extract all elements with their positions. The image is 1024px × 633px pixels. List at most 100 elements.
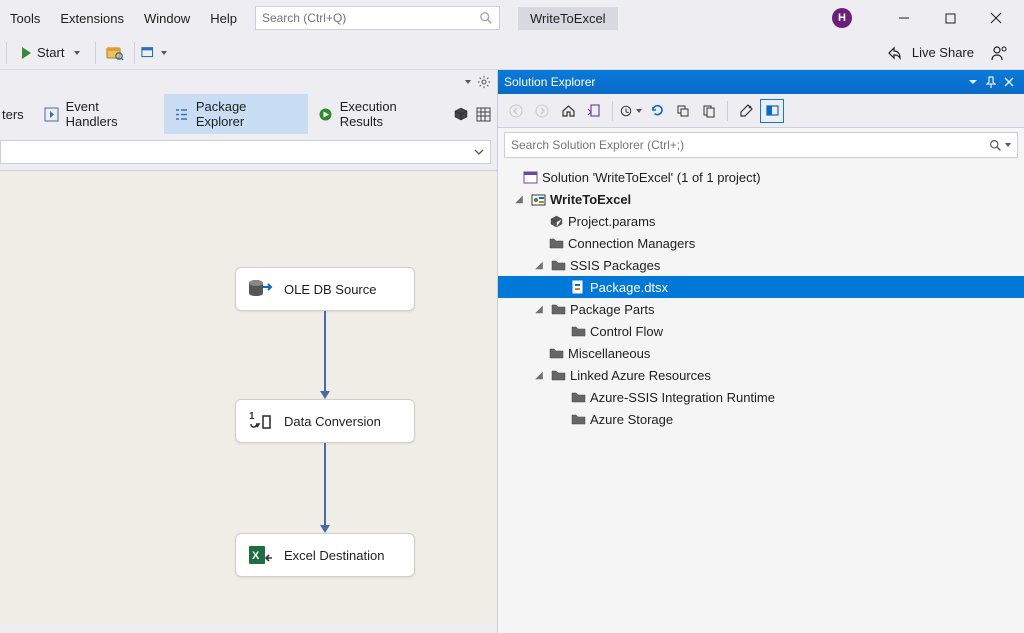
grid-icon[interactable] bbox=[475, 106, 491, 122]
toolbar-separator bbox=[727, 101, 728, 121]
back-button[interactable] bbox=[504, 99, 528, 123]
chevron-down-icon bbox=[474, 149, 484, 155]
toolbar-separator bbox=[612, 101, 613, 121]
minimize-button[interactable] bbox=[882, 4, 926, 32]
folder-icon bbox=[570, 323, 586, 339]
tree-azure-ssis-ir[interactable]: Azure-SSIS Integration Runtime bbox=[498, 386, 1024, 408]
tree-label: Azure-SSIS Integration Runtime bbox=[590, 390, 775, 405]
execution-results-icon bbox=[318, 106, 334, 122]
tree-project[interactable]: ◢ WriteToExcel bbox=[498, 188, 1024, 210]
toolbar-separator bbox=[134, 42, 135, 64]
folder-icon bbox=[570, 411, 586, 427]
tree-package-dtsx[interactable]: Package.dtsx bbox=[498, 276, 1024, 298]
start-label: Start bbox=[37, 45, 64, 60]
toolbar-icon-2[interactable] bbox=[141, 40, 167, 66]
tree-control-flow[interactable]: Control Flow bbox=[498, 320, 1024, 342]
collapse-icon[interactable]: ◢ bbox=[512, 192, 526, 206]
event-handlers-icon bbox=[44, 106, 60, 122]
tree-miscellaneous[interactable]: Miscellaneous bbox=[498, 342, 1024, 364]
collapse-icon[interactable]: ◢ bbox=[532, 258, 546, 272]
project-icon bbox=[530, 191, 546, 207]
tree-solution-root[interactable]: Solution 'WriteToExcel' (1 of 1 project) bbox=[498, 166, 1024, 188]
tree-azure-storage[interactable]: Azure Storage bbox=[498, 408, 1024, 430]
tree-label: Package Parts bbox=[570, 302, 655, 317]
toolbar-icon-1[interactable] bbox=[102, 40, 128, 66]
main-split: ters Event Handlers Package Explorer Exe… bbox=[0, 70, 1024, 633]
folder-icon bbox=[548, 235, 564, 251]
pending-changes-button[interactable] bbox=[619, 99, 643, 123]
combo-row bbox=[0, 134, 497, 164]
search-icon bbox=[989, 139, 1002, 152]
collapse-all-button[interactable] bbox=[671, 99, 695, 123]
panel-close-button[interactable] bbox=[1000, 73, 1018, 91]
chevron-down-icon bbox=[161, 51, 167, 55]
tab-package-explorer[interactable]: Package Explorer bbox=[164, 94, 308, 134]
connector-arrow[interactable] bbox=[324, 443, 326, 525]
folder-icon bbox=[570, 389, 586, 405]
forward-button[interactable] bbox=[530, 99, 554, 123]
menu-extensions[interactable]: Extensions bbox=[50, 5, 134, 32]
tree-label: Control Flow bbox=[590, 324, 663, 339]
menu-window[interactable]: Window bbox=[134, 5, 200, 32]
tree-connection-managers[interactable]: Connection Managers bbox=[498, 232, 1024, 254]
user-avatar[interactable]: H bbox=[832, 8, 852, 28]
show-all-files-button[interactable] bbox=[697, 99, 721, 123]
share-icon bbox=[886, 45, 902, 61]
dtsx-icon bbox=[570, 279, 586, 295]
cube-icon[interactable] bbox=[453, 106, 469, 122]
tab-parameters[interactable]: ters bbox=[0, 102, 34, 127]
collapse-icon[interactable]: ◢ bbox=[532, 302, 546, 316]
close-button[interactable] bbox=[974, 4, 1018, 32]
tree-label: Connection Managers bbox=[568, 236, 695, 251]
refresh-button[interactable] bbox=[645, 99, 669, 123]
menu-tools[interactable]: Tools bbox=[0, 5, 50, 32]
project-title-badge: WriteToExcel bbox=[518, 7, 618, 30]
toolbar-separator bbox=[95, 42, 96, 64]
solution-explorer-titlebar[interactable]: Solution Explorer bbox=[498, 70, 1024, 94]
node-excel-destination[interactable]: X Excel Destination bbox=[235, 533, 415, 577]
collapse-icon[interactable]: ◢ bbox=[532, 368, 546, 382]
solution-explorer-toolbar bbox=[498, 94, 1024, 128]
tree-package-parts[interactable]: ◢ Package Parts bbox=[498, 298, 1024, 320]
start-button[interactable]: Start bbox=[13, 41, 89, 64]
scope-dropdown[interactable] bbox=[0, 140, 491, 164]
tree-ssis-packages[interactable]: ◢ SSIS Packages bbox=[498, 254, 1024, 276]
sync-active-doc-button[interactable] bbox=[582, 99, 606, 123]
solution-explorer-search[interactable] bbox=[504, 132, 1018, 158]
play-icon bbox=[22, 47, 31, 59]
package-explorer-icon bbox=[174, 106, 190, 122]
menubar: Tools Extensions Window Help WriteToExce… bbox=[0, 0, 1024, 36]
feedback-icon[interactable] bbox=[990, 44, 1008, 62]
arrow-head-icon bbox=[320, 525, 330, 533]
node-ole-db-source[interactable]: OLE DB Source bbox=[235, 267, 415, 311]
solution-explorer-search-input[interactable] bbox=[511, 138, 989, 152]
quick-launch-input[interactable] bbox=[262, 11, 479, 25]
folder-icon bbox=[548, 345, 564, 361]
properties-button[interactable] bbox=[734, 99, 758, 123]
node-data-conversion[interactable]: 1 Data Conversion bbox=[235, 399, 415, 443]
preview-button[interactable] bbox=[760, 99, 784, 123]
chevron-down-icon[interactable] bbox=[465, 80, 471, 84]
tab-label: Event Handlers bbox=[66, 99, 154, 129]
tab-event-handlers[interactable]: Event Handlers bbox=[34, 94, 164, 134]
tab-execution-results[interactable]: Execution Results bbox=[308, 94, 453, 134]
doc-window-controls bbox=[0, 70, 497, 94]
conversion-icon: 1 bbox=[246, 409, 274, 433]
data-flow-canvas[interactable]: OLE DB Source 1 Data Conversion X Excel … bbox=[0, 170, 497, 625]
gear-icon[interactable] bbox=[477, 75, 491, 89]
menu-help[interactable]: Help bbox=[200, 5, 247, 32]
svg-text:1: 1 bbox=[249, 411, 255, 422]
tree-linked-azure[interactable]: ◢ Linked Azure Resources bbox=[498, 364, 1024, 386]
designer-pane: ters Event Handlers Package Explorer Exe… bbox=[0, 70, 497, 633]
connector-arrow[interactable] bbox=[324, 311, 326, 391]
tree-project-params[interactable]: Project.params bbox=[498, 210, 1024, 232]
chevron-down-icon[interactable] bbox=[1005, 143, 1011, 147]
quick-launch-search[interactable] bbox=[255, 6, 500, 30]
home-button[interactable] bbox=[556, 99, 580, 123]
chevron-down-icon bbox=[74, 51, 80, 55]
maximize-button[interactable] bbox=[928, 4, 972, 32]
live-share-button[interactable]: Live Share bbox=[912, 45, 974, 60]
panel-dropdown-button[interactable] bbox=[964, 73, 982, 91]
tab-label: ters bbox=[2, 107, 24, 122]
pin-button[interactable] bbox=[982, 73, 1000, 91]
